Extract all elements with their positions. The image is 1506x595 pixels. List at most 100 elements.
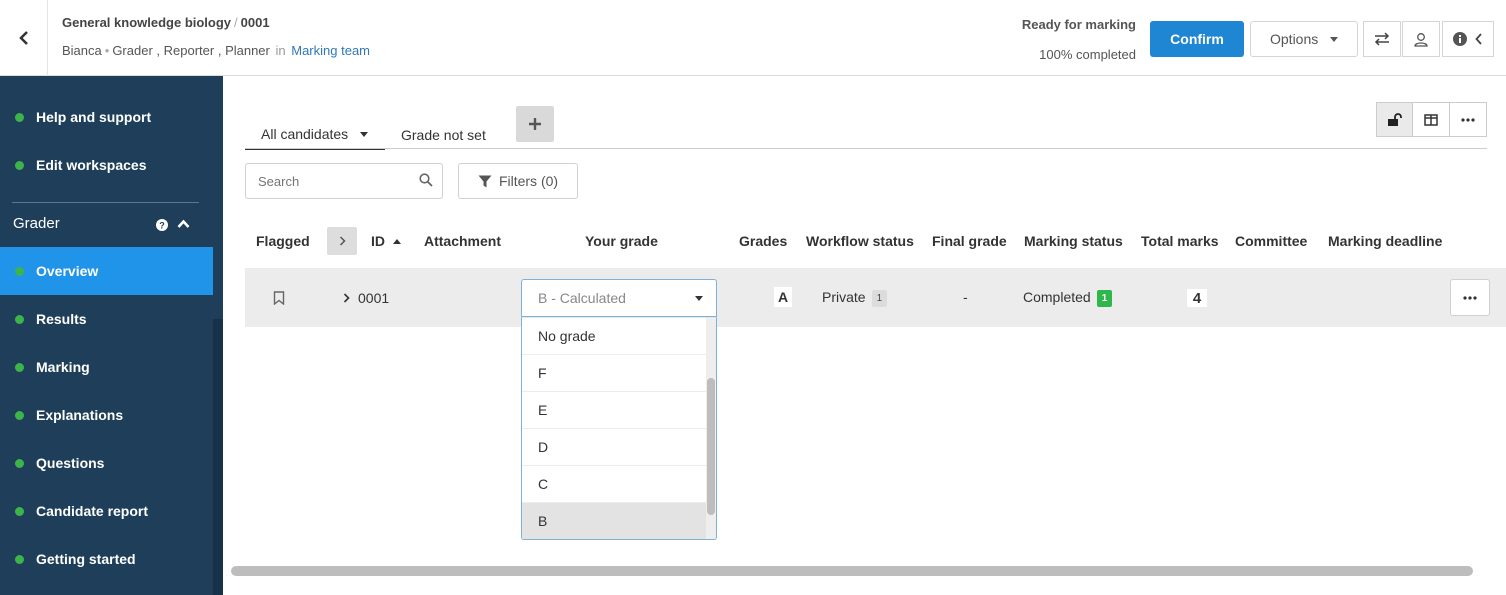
sidebar-item-label: Candidate report [36,503,149,519]
grade-select[interactable]: B - Calculated [521,279,717,317]
breadcrumb: General knowledge biology/0001 [62,15,270,30]
column-header-marking-status[interactable]: Marking status [1024,233,1123,249]
sidebar-item-getting-started[interactable]: Getting started [0,535,213,583]
marking-count-badge: 1 [1096,289,1113,307]
column-header-your-grade[interactable]: Your grade [585,233,658,249]
top-bar: General knowledge biology/0001 Bianca • Gr… [0,0,1506,76]
sidebar-item-candidate-report[interactable]: Candidate report [0,487,213,535]
sidebar-scrollbar[interactable] [213,319,223,595]
chevron-up-icon[interactable] [177,219,190,229]
team-link[interactable]: Marking team [291,43,370,58]
status-dot [15,458,24,468]
confirm-button[interactable]: Confirm [1150,21,1244,57]
total-marks: 4 [1187,289,1207,307]
help-icon[interactable]: ? [156,219,168,231]
chevron-right-icon[interactable] [343,293,350,303]
dropdown-scrollbar[interactable] [707,378,715,515]
user-name: Bianca [62,43,102,58]
row-menu-button[interactable] [1450,279,1490,316]
marking-status: Completed 1 [1023,289,1113,307]
bullet-separator: • [104,43,110,58]
sidebar-item-overview[interactable]: Overview [0,247,213,295]
column-header-committee[interactable]: Committee [1235,233,1307,249]
column-header-flagged[interactable]: Flagged [256,233,310,249]
tab-label: All candidates [261,126,349,142]
options-button[interactable]: Options [1250,21,1358,57]
more-options-button[interactable] [1450,103,1486,136]
filters-button[interactable]: Filters (0) [458,163,578,199]
workflow-status: Private 1 [822,289,888,307]
info-panel-button[interactable] [1442,21,1494,57]
sidebar-section-grader[interactable]: Grader ? [13,215,198,235]
main-content: All candidates Grade not set Filters (0)… [223,76,1506,595]
status-progress: 100% completed [1039,47,1136,62]
chevron-left-icon [1475,33,1482,45]
breadcrumb-course[interactable]: General knowledge biology [62,15,231,30]
view-toggle-group [1376,102,1487,137]
sidebar-item-explanations[interactable]: Explanations [0,391,213,439]
workflow-status-label: Private [822,289,866,305]
sidebar-item-label: Explanations [36,407,124,423]
columns-button[interactable] [1413,103,1450,136]
add-tab-button[interactable] [516,106,554,142]
chevron-right-icon [339,236,346,246]
horizontal-scrollbar[interactable] [231,566,1473,576]
sidebar-item-questions[interactable]: Questions [0,439,213,487]
tabs-divider [245,148,1487,149]
status-dot [15,112,24,122]
column-header-total-marks[interactable]: Total marks [1141,233,1219,249]
info-icon [1453,32,1467,46]
ellipsis-icon [1463,295,1477,300]
final-grade: - [963,289,968,305]
breadcrumb-candidate: 0001 [240,15,270,30]
sidebar-item-help-and-support[interactable]: Help and support [0,93,213,141]
status-dot [15,554,24,564]
unlock-icon [1387,112,1402,126]
grade-option-d[interactable]: D [522,429,707,466]
grade-option-c[interactable]: C [522,466,707,503]
expand-all-button[interactable] [327,227,357,255]
table-row[interactable]: 0001 A Private 1 - Completed 1 4 [245,268,1506,327]
sidebar-item-edit-workspaces[interactable]: Edit workspaces [0,141,213,189]
grade-option-no-grade[interactable]: No grade [522,318,707,355]
back-button[interactable] [0,0,48,76]
lock-toggle-button[interactable] [1377,103,1414,136]
column-header-workflow-status[interactable]: Workflow status [806,233,914,249]
chevron-left-icon [18,31,28,45]
columns-icon [1424,113,1438,126]
sidebar-item-label: Getting started [36,551,136,567]
role-planner: Planner [225,43,270,58]
search-input[interactable] [245,163,443,199]
tab-all-candidates[interactable]: All candidates [245,120,385,150]
svg-text:?: ? [159,221,165,231]
status-dot [15,314,24,324]
sidebar-item-marking[interactable]: Marking [0,343,213,391]
ellipsis-icon [1461,117,1475,122]
bookmark-icon[interactable] [273,291,285,305]
status-dot [15,410,24,420]
column-header-id[interactable]: ID [371,233,401,249]
caret-down-icon [695,296,703,301]
grade-option-e[interactable]: E [522,392,707,429]
tab-grade-not-set[interactable]: Grade not set [401,120,486,150]
search-icon[interactable] [419,173,433,187]
user-roles: Bianca • Grader , Reporter , Planner in Ma… [62,43,370,58]
filter-icon [478,175,492,187]
role-reporter: Reporter , [163,43,222,58]
sidebar-item-results[interactable]: Results [0,295,213,343]
grade-option-f[interactable]: F [522,355,707,392]
column-header-grades[interactable]: Grades [739,233,787,249]
column-header-attachment[interactable]: Attachment [424,233,501,249]
status-dot [15,160,24,170]
grade-select-value: B - Calculated [538,290,626,306]
sidebar-item-label: Marking [36,359,90,375]
sidebar-divider [12,202,199,203]
user-button[interactable] [1402,21,1440,57]
caret-down-icon[interactable] [360,131,369,137]
grade-option-b[interactable]: B [522,503,707,539]
column-header-marking-deadline[interactable]: Marking deadline [1328,233,1442,249]
column-header-final-grade[interactable]: Final grade [932,233,1007,249]
switch-button[interactable] [1363,21,1401,57]
workflow-count-badge: 1 [871,289,888,307]
tab-label: Grade not set [401,127,486,143]
